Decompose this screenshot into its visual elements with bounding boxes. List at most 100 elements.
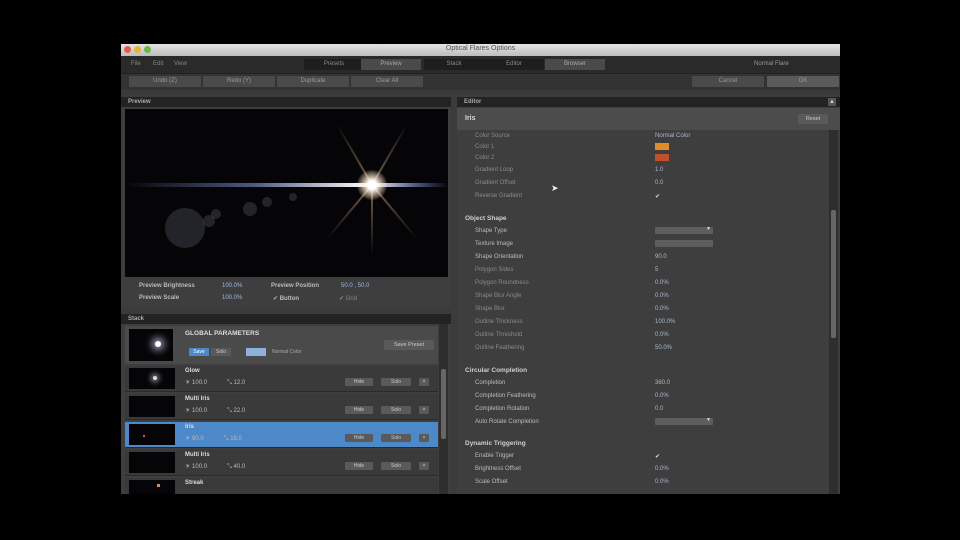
param-value[interactable]: 0.0% [655,332,669,338]
editor-row[interactable]: Polygon Sides 5 [465,264,825,276]
param-value[interactable]: 5 [655,267,658,273]
param-value[interactable]: Normal Color [655,133,690,139]
param-value[interactable]: 90.0 [655,254,667,260]
brightness-value[interactable]: 100.0 [192,464,207,470]
editor-row[interactable]: Auto Rotate Completion ▼ [465,416,825,428]
check-icon[interactable]: ✔ [655,193,660,200]
stack-item-multi-iris[interactable]: Multi Iris ☀ 100.0 ⤡ 22.0 Hide Solo × [125,394,438,420]
flare-preview-canvas[interactable] [125,109,448,277]
scale-value[interactable]: 22.0 [234,408,246,414]
tab-presets[interactable]: Presets [304,59,364,70]
color2-swatch[interactable] [655,154,669,161]
tab-stack[interactable]: Stack [424,59,484,70]
editor-scroll-thumb[interactable] [831,210,836,338]
editor-row[interactable]: Completion 360.0 [465,377,825,389]
stack-item-glow[interactable]: Glow ☀ 100.0 ⤡ 12.0 Hide Solo × [125,366,438,392]
preview-button-toggle[interactable]: ✔ Button [273,295,299,302]
editor-row[interactable]: Color 2 [465,152,825,164]
reset-button[interactable]: Reset [798,114,828,124]
param-value[interactable]: 0.0% [655,479,669,485]
color1-swatch[interactable] [655,143,669,150]
solo-button[interactable]: Solo [381,462,411,470]
close-icon[interactable]: × [419,434,429,442]
solo-button[interactable]: Solo [381,378,411,386]
editor-row[interactable]: Outline Feathering 50.0% [465,342,825,354]
menu-file[interactable]: File [131,61,141,67]
global-save-button[interactable]: Save [189,348,209,356]
editor-row[interactable]: Completion Feathering 0.0% [465,390,825,402]
editor-row[interactable]: Texture Image [465,238,825,250]
param-value[interactable]: 1.0 [655,167,663,173]
clear-all-button[interactable]: Clear All [351,76,423,87]
global-solo-button[interactable]: Solo [211,348,231,356]
undo-button[interactable]: Undo (Z) [129,76,201,87]
editor-row[interactable]: Brightness Offset 0.0% [465,463,825,475]
editor-row[interactable]: Outline Thickness 100.0% [465,316,825,328]
param-value[interactable]: 0.0% [655,293,669,299]
duplicate-button[interactable]: Duplicate [277,76,349,87]
param-value[interactable]: 100.0% [655,319,675,325]
collapse-icon[interactable]: ▲ [828,98,836,106]
editor-row[interactable]: Shape Blur Angle 0.0% [465,290,825,302]
check-icon[interactable]: ✔ [655,453,660,460]
editor-row[interactable]: Completion Rotation 0.0 [465,403,825,415]
editor-row[interactable]: Polygon Roundness 0.0% [465,277,825,289]
editor-row[interactable]: Outline Threshold 0.0% [465,329,825,341]
editor-row[interactable]: Scale Offset 0.0% [465,476,825,488]
normal-color-swatch[interactable] [246,348,266,356]
brightness-value[interactable]: 100.0 [192,408,207,414]
auto-rotate-dropdown[interactable]: ▼ [655,417,713,425]
preview-scale-value[interactable]: 100.0% [222,295,242,301]
preview-position-value[interactable]: 50.0 , 50.0 [341,283,369,289]
param-value[interactable]: 0.0% [655,306,669,312]
preview-brightness-field[interactable]: 100.0% [222,283,242,289]
solo-button[interactable]: Solo [381,434,411,442]
stack-scroll-thumb[interactable] [441,369,446,439]
stack-scrollbar[interactable] [439,324,448,494]
ok-button[interactable]: OK [767,76,839,87]
close-icon[interactable]: × [419,462,429,470]
hide-button[interactable]: Hide [345,406,373,414]
editor-row[interactable]: Reverse Gradient ✔ [465,190,825,202]
tab-preview[interactable]: Preview [361,59,421,70]
param-value[interactable]: 0.0 [655,406,663,412]
save-preset-button[interactable]: Save Preset [384,340,434,350]
brightness-value[interactable]: 100.0 [192,380,207,386]
shape-type-dropdown[interactable]: ▼ [655,226,713,234]
close-icon[interactable]: × [419,406,429,414]
menu-view[interactable]: View [174,61,187,67]
stack-item-streak[interactable]: Streak [125,478,438,494]
editor-row[interactable]: Enable Trigger ✔ [465,450,825,462]
param-value[interactable]: 50.0% [655,345,672,351]
editor-row[interactable]: Shape Orientation 90.0 [465,251,825,263]
editor-row[interactable]: Gradient Loop 1.0 [465,164,825,176]
texture-image-dropdown[interactable] [655,240,713,247]
stack-item-iris[interactable]: Iris ☀ 90.0 ⤡ 18.0 Hide Solo × [125,422,438,448]
param-value[interactable]: 0.0% [655,466,669,472]
hide-button[interactable]: Hide [345,434,373,442]
tab-browser[interactable]: Browser [545,59,605,70]
menu-edit[interactable]: Edit [153,61,163,67]
global-parameters-row[interactable]: GLOBAL PARAMETERS Save Solo Normal Color… [125,326,438,364]
param-value[interactable]: 360.0 [655,380,670,386]
preview-brightness-value[interactable]: 100.0% [222,283,242,289]
editor-scrollbar[interactable] [829,130,838,494]
param-value[interactable]: 0.0% [655,280,669,286]
preview-grid-toggle[interactable]: ✔ Grid [339,295,357,302]
param-value[interactable]: 0.0% [655,393,669,399]
param-value[interactable]: 0.0 [655,180,663,186]
tab-editor[interactable]: Editor [484,59,544,70]
redo-button[interactable]: Redo (Y) [203,76,275,87]
solo-button[interactable]: Solo [381,406,411,414]
stack-item-multi-iris[interactable]: Multi Iris ☀ 100.0 ⤡ 40.0 Hide Solo × [125,450,438,476]
hide-button[interactable]: Hide [345,462,373,470]
scale-value[interactable]: 18.0 [230,436,242,442]
close-icon[interactable]: × [419,378,429,386]
cancel-button[interactable]: Cancel [692,76,764,87]
preview-position-field[interactable]: 50.0 , 50.0 [341,283,369,289]
hide-button[interactable]: Hide [345,378,373,386]
brightness-value[interactable]: 90.0 [192,436,204,442]
scale-value[interactable]: 40.0 [234,464,246,470]
editor-row[interactable]: Shape Blur 0.0% [465,303,825,315]
editor-row[interactable]: Gradient Offset 0.0 [465,177,825,189]
